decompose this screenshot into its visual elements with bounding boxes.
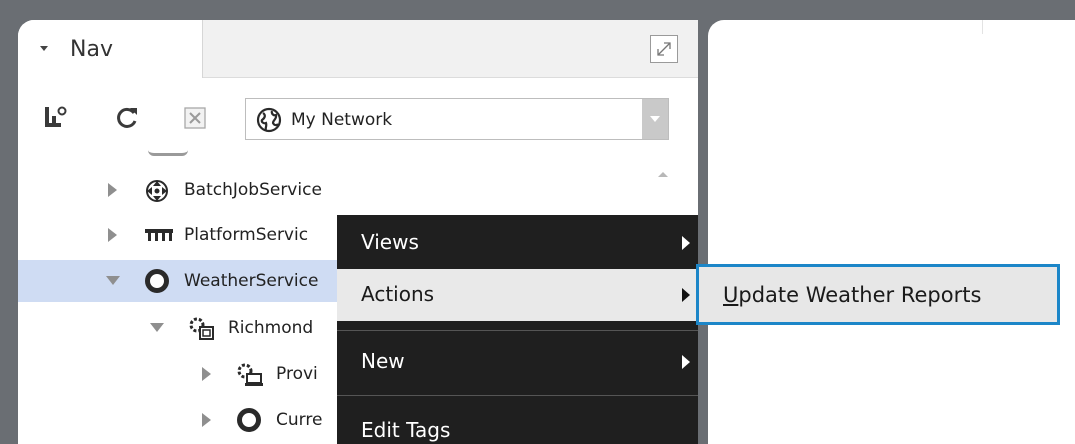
caret-down-icon[interactable] [40, 46, 48, 51]
close-box-button[interactable] [182, 105, 208, 135]
submenu-arrow-icon [682, 236, 690, 250]
menu-item-label: Edit Tags [361, 418, 451, 442]
maximize-button[interactable] [650, 35, 678, 63]
menu-separator [337, 395, 698, 396]
menu-item-label: New [361, 349, 405, 373]
tree-item-batchjobservice[interactable]: BatchJobService [18, 170, 698, 210]
menu-item-edit-tags[interactable]: Edit Tags [337, 405, 698, 444]
menu-item-label: Actions [361, 282, 435, 306]
nav-title: Nav [70, 37, 113, 62]
menu-item-update-weather-reports[interactable]: Update Weather Reports [723, 283, 981, 307]
weather-ring-icon [237, 408, 261, 432]
nav-header: Nav [18, 20, 698, 78]
refresh-icon [117, 107, 137, 128]
maximize-icon [657, 42, 671, 56]
close-box-icon [184, 107, 206, 129]
network-dropdown-button[interactable] [642, 99, 668, 139]
network-select[interactable]: My Network [245, 98, 669, 140]
menu-item-new[interactable]: New [337, 336, 698, 388]
menu-item-label: pdate Weather Reports [738, 283, 982, 307]
batch-job-icon [146, 180, 168, 202]
tree-item-label: WeatherService [184, 271, 319, 291]
platform-icon [145, 229, 173, 241]
expand-icon[interactable] [202, 413, 211, 427]
menu-item-actions[interactable]: Actions [337, 269, 698, 321]
divider [982, 20, 983, 34]
content-pane [708, 20, 1075, 444]
nav-home-icon [45, 106, 67, 127]
weather-provider-icon [237, 363, 263, 386]
tree-item-label: PlatformServic [184, 225, 309, 245]
submenu-arrow-icon [682, 355, 690, 369]
mnemonic-letter: U [723, 283, 739, 307]
expand-icon[interactable] [202, 367, 211, 381]
nav-home-button[interactable] [42, 103, 72, 137]
menu-item-views[interactable]: Views [337, 217, 698, 269]
collapse-icon[interactable] [106, 276, 120, 285]
submenu-arrow-icon [682, 288, 690, 302]
nav-tab[interactable]: Nav [18, 20, 203, 78]
weather-ring-icon [145, 269, 169, 293]
tree-item-label: BatchJobService [184, 180, 322, 200]
tree-item-label: Provi [276, 364, 318, 384]
chevron-down-icon [650, 116, 660, 122]
menu-separator [337, 330, 698, 331]
context-menu: Views Actions New Edit Tags [337, 215, 698, 444]
tree-item-partial [148, 150, 188, 156]
refresh-button[interactable] [113, 104, 141, 136]
collapse-icon[interactable] [150, 323, 164, 332]
expand-icon[interactable] [108, 183, 117, 197]
globe-icon [256, 107, 282, 133]
tree-item-label: Curre [276, 410, 323, 430]
weather-station-icon [189, 317, 214, 340]
network-select-value: My Network [291, 110, 393, 130]
menu-item-label: Views [361, 230, 419, 254]
expand-icon[interactable] [108, 228, 117, 242]
actions-submenu: Update Weather Reports [696, 264, 1060, 325]
tree-item-label: Richmond [228, 318, 314, 338]
